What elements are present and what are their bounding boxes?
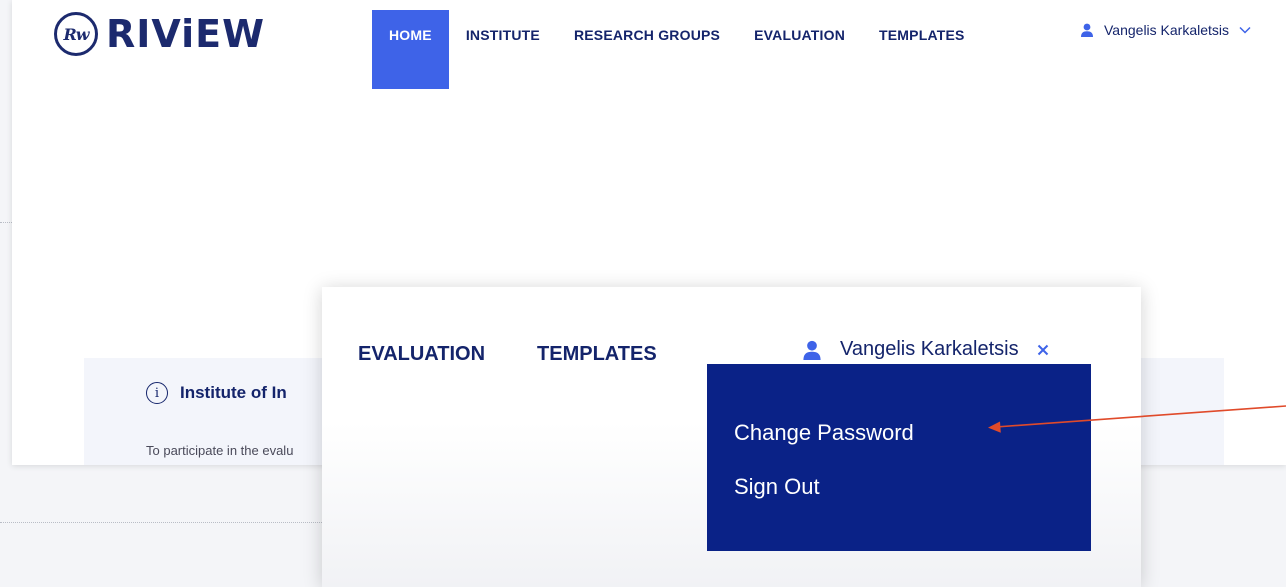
annotation-arrow [988, 405, 1286, 433]
